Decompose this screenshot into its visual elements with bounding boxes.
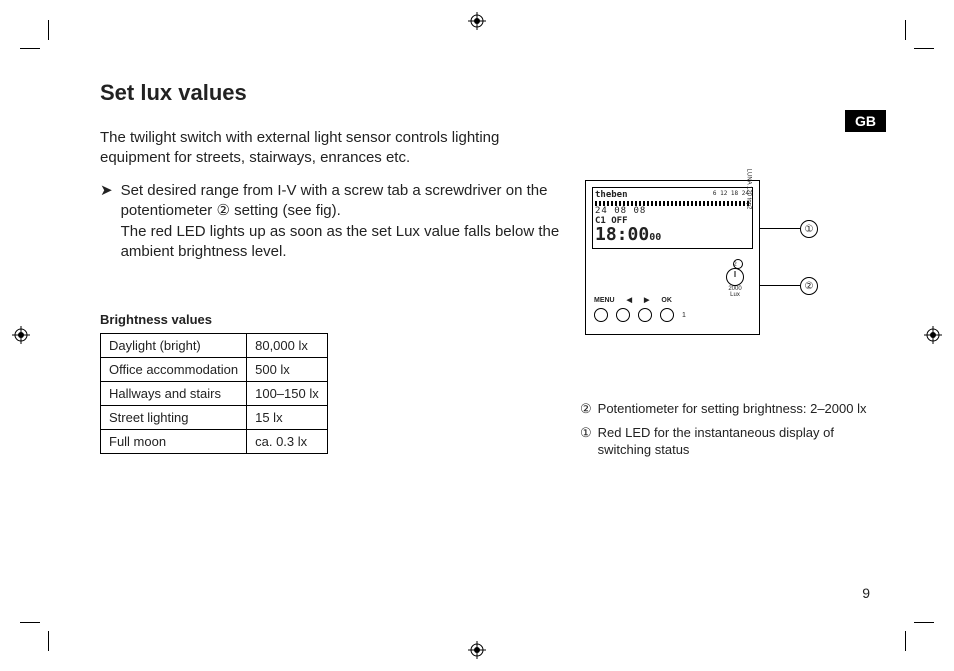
ok-label: OK: [661, 297, 672, 304]
table-row: Full moonca. 0.3 lx: [101, 430, 328, 454]
device-outline: 6 12 18 24 theben 24 08 08 C1 OFF 18:000…: [585, 180, 760, 335]
potentiometer-dial-icon: [726, 268, 744, 286]
callout-line: [760, 228, 800, 229]
device-model-label: LUNA 120 top2: [746, 169, 752, 210]
bullet-line-1: Set desired range from I-V with a screw …: [121, 182, 548, 219]
registration-mark-icon: [924, 326, 942, 344]
device-button-row: 1: [594, 308, 686, 322]
brightness-value: ca. 0.3 lx: [247, 430, 328, 454]
brightness-value: 15 lx: [247, 406, 328, 430]
table-row: Office accommodation500 lx: [101, 358, 328, 382]
brightness-value: 500 lx: [247, 358, 328, 382]
instruction-bullet: ➤ Set desired range from I-V with a scre…: [100, 181, 560, 262]
left-arrow-icon: ◀: [627, 296, 632, 304]
device-lcd: 6 12 18 24 theben 24 08 08 C1 OFF 18:000…: [592, 187, 753, 249]
right-column: 6 12 18 24 theben 24 08 08 C1 OFF 18:000…: [580, 180, 870, 465]
right-arrow-icon: ▶: [644, 296, 649, 304]
bullet-arrow-icon: ➤: [100, 181, 113, 262]
callout-marker-2: ②: [800, 277, 818, 295]
menu-label: MENU: [594, 297, 615, 304]
crop-mark: [48, 20, 49, 40]
brightness-name: Full moon: [101, 430, 247, 454]
callout-marker-1: ①: [800, 220, 818, 238]
legend-text: Potentiometer for setting brightness: 2–…: [598, 400, 867, 418]
brightness-name: Hallways and stairs: [101, 382, 247, 406]
table-row: Hallways and stairs100–150 lx: [101, 382, 328, 406]
crop-mark: [48, 631, 49, 651]
table-row: Street lighting15 lx: [101, 406, 328, 430]
crop-mark: [914, 622, 934, 623]
content-area: Set lux values The twilight switch with …: [100, 80, 870, 620]
lcd-time: 18:0000: [595, 226, 750, 244]
potentiometer: 2 2000 Lux: [721, 262, 749, 298]
legend-text: Red LED for the instantaneous display of…: [598, 424, 870, 459]
brightness-name: Daylight (bright): [101, 334, 247, 358]
legend-item: ① Red LED for the instantaneous display …: [580, 424, 870, 459]
lcd-hour-ticks: 6 12 18 24: [713, 190, 749, 197]
legend-number: ①: [580, 424, 592, 459]
page-title: Set lux values: [100, 80, 870, 106]
brightness-value: 100–150 lx: [247, 382, 328, 406]
device-button-icon: [638, 308, 652, 322]
figure-legend: ② Potentiometer for setting brightness: …: [580, 400, 870, 459]
callout-line: [760, 285, 800, 286]
device-button-icon: [616, 308, 630, 322]
brightness-name: Street lighting: [101, 406, 247, 430]
device-figure: 6 12 18 24 theben 24 08 08 C1 OFF 18:000…: [585, 180, 780, 335]
crop-mark: [20, 48, 40, 49]
page: GB Set lux values The twilight switch wi…: [0, 0, 954, 671]
table-row: Daylight (bright)80,000 lx: [101, 334, 328, 358]
legend-item: ② Potentiometer for setting brightness: …: [580, 400, 870, 418]
brightness-value: 80,000 lx: [247, 334, 328, 358]
crop-mark: [905, 631, 906, 651]
lcd-time-main: 18:00: [595, 224, 649, 245]
registration-mark-icon: [468, 641, 486, 659]
crop-mark: [20, 622, 40, 623]
brightness-name: Office accommodation: [101, 358, 247, 382]
legend-number: ②: [580, 400, 592, 418]
intro-text: The twilight switch with external light …: [100, 128, 520, 167]
device-menu-row: MENU ◀ ▶ OK: [594, 296, 672, 304]
pot-unit-label: Lux: [730, 292, 740, 298]
bullet-line-2: The red LED lights up as soon as the set…: [121, 223, 560, 260]
bullet-body: Set desired range from I-V with a screw …: [121, 181, 560, 262]
registration-mark-icon: [12, 326, 30, 344]
crop-mark: [914, 48, 934, 49]
lcd-date: 24 08 08: [595, 206, 750, 216]
brightness-table: Daylight (bright)80,000 lx Office accomm…: [100, 333, 328, 454]
crop-mark: [905, 20, 906, 40]
device-button-icon: [594, 308, 608, 322]
registration-mark-icon: [468, 12, 486, 30]
device-button-icon: [660, 308, 674, 322]
lcd-time-seconds: 00: [649, 232, 661, 243]
button-number-label: 1: [682, 312, 686, 319]
page-number: 9: [862, 585, 870, 601]
